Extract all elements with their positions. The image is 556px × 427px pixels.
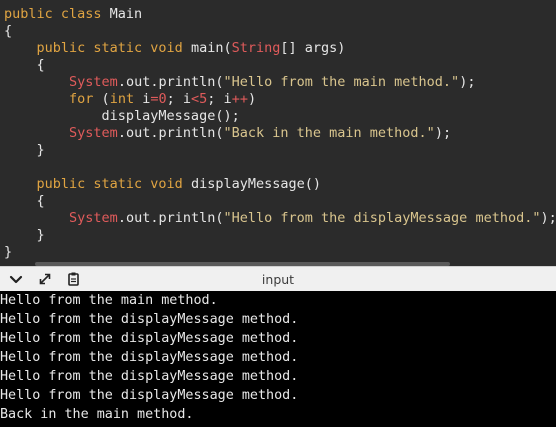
code-token: [] args) <box>280 40 346 56</box>
code-token: int <box>109 91 135 107</box>
code-token: ); <box>540 210 556 226</box>
code-token: Main <box>109 6 143 22</box>
code-token: public static void <box>4 40 191 56</box>
code-line: { <box>4 23 12 40</box>
code-token: System <box>69 125 118 141</box>
code-token: i <box>134 91 151 107</box>
code-token: for <box>69 91 94 107</box>
code-token: public class <box>4 6 110 22</box>
code-token: displayMessage(); <box>4 108 240 124</box>
code-token: .out.println( <box>117 125 224 141</box>
code-token: { <box>4 23 13 39</box>
code-line: } <box>4 142 45 159</box>
code-token: displayMessage() <box>190 176 321 192</box>
code-token: { <box>4 193 45 209</box>
code-token: ; i <box>207 91 232 107</box>
code-token: "Back in the main method." <box>223 125 435 141</box>
console-line: Back in the main method. <box>0 407 194 422</box>
code-line: public class Main <box>4 6 142 23</box>
code-line: { <box>4 193 45 210</box>
console-line: Hello from the displayMessage method. <box>0 388 299 403</box>
code-token: ; i <box>166 91 192 107</box>
code-token: < <box>191 91 200 107</box>
code-editor[interactable]: public class Main{ public static void ma… <box>0 0 556 266</box>
code-token: ); <box>459 74 476 90</box>
console-line: Hello from the displayMessage method. <box>0 369 299 384</box>
code-token: } <box>4 227 45 243</box>
code-token: .out.println( <box>117 210 224 226</box>
panel-title: input <box>261 272 295 287</box>
code-token: ( <box>93 91 110 107</box>
code-line: displayMessage(); <box>4 108 240 125</box>
code-token: } <box>4 244 13 260</box>
code-line: System.out.println("Hello from the displ… <box>4 210 556 227</box>
code-line: { <box>4 57 45 74</box>
code-token: ) <box>247 91 257 107</box>
console-line: Hello from the displayMessage method. <box>0 350 299 365</box>
code-token: ++ <box>231 91 248 107</box>
code-token: "Hello from the displayMessage method." <box>223 210 541 226</box>
code-line: } <box>4 227 45 244</box>
code-token: 0 <box>158 91 167 107</box>
code-token: public static void <box>4 176 191 192</box>
console-line: Hello from the displayMessage method. <box>0 331 299 346</box>
code-token: "Hello from the main method." <box>223 74 460 90</box>
code-token: String <box>231 40 281 56</box>
code-line: public static void main(String[] args) <box>4 40 346 57</box>
code-token: } <box>4 142 45 158</box>
code-token: { <box>4 57 45 73</box>
console-panel-header: input <box>0 266 556 291</box>
code-line: for (int i=0; i<5; i++) <box>4 91 256 108</box>
code-line: System.out.println("Back in the main met… <box>4 125 451 142</box>
console-line: Hello from the displayMessage method. <box>0 312 299 327</box>
code-token: System <box>69 210 118 226</box>
code-token: System <box>69 74 118 90</box>
code-line: System.out.println("Hello from the main … <box>4 74 475 91</box>
console-line: Hello from the main method. <box>0 293 218 308</box>
code-line: } <box>4 244 12 261</box>
code-line: public static void displayMessage() <box>4 176 321 193</box>
code-token: main( <box>190 40 232 56</box>
console-output[interactable]: Hello from the main method. Hello from th… <box>0 291 556 427</box>
code-token: ); <box>434 125 452 141</box>
code-token: .out.println( <box>117 74 224 90</box>
